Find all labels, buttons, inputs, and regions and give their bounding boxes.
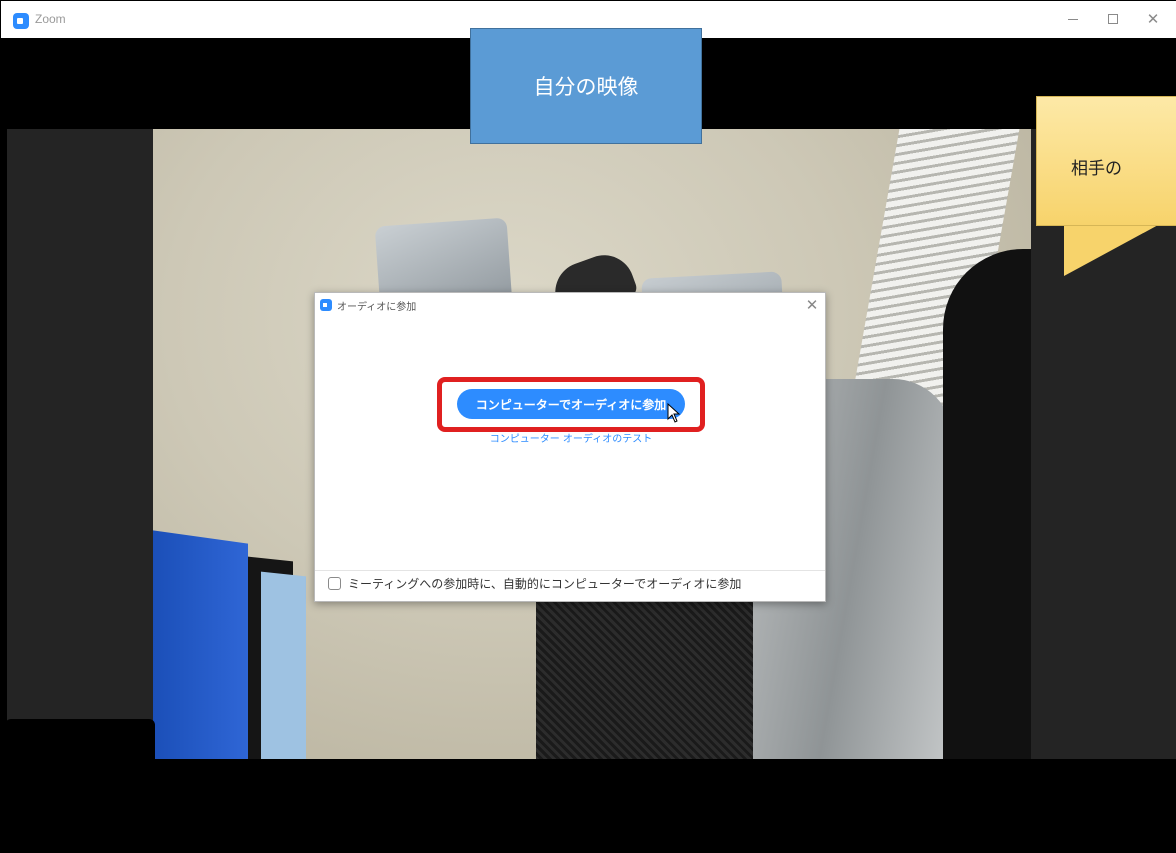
window-title: Zoom (35, 12, 66, 26)
zoom-logo-icon (320, 299, 332, 311)
minimize-icon (1068, 18, 1078, 20)
close-window-button[interactable]: ✕ (1141, 9, 1165, 29)
other-video-callout: 相手の (1036, 96, 1176, 226)
video-light-binder (261, 571, 306, 759)
self-video-callout-text: 自分の映像 (533, 75, 639, 99)
maximize-button[interactable] (1101, 9, 1125, 29)
auto-join-audio-label[interactable]: ミーティングへの参加時に、自動的にコンピューターでオーディオに参加 (348, 575, 741, 592)
auto-join-audio-checkbox[interactable] (328, 577, 341, 590)
dialog-close-button[interactable]: ✕ (804, 297, 820, 313)
minimize-button[interactable] (1061, 9, 1085, 29)
test-computer-audio-link[interactable]: コンピューター オーディオのテスト (315, 430, 827, 445)
self-video-callout: 自分の映像 (470, 28, 702, 144)
dialog-title: オーディオに参加 (337, 302, 417, 313)
mouse-pointer-icon (667, 403, 681, 423)
video-blue-binder (153, 530, 248, 759)
dialog-divider (315, 570, 825, 571)
video-person-silhouette (943, 249, 1031, 759)
video-gallery-left-strip (7, 129, 153, 759)
join-audio-dialog: オーディオに参加 ✕ コンピューターでオーディオに参加 コンピューター オーディ… (314, 292, 826, 602)
other-video-callout-tail (1064, 224, 1160, 276)
maximize-icon (1108, 14, 1118, 24)
name-label-overlay (5, 719, 155, 769)
other-video-callout-text: 相手の (1071, 159, 1122, 179)
join-computer-audio-button[interactable]: コンピューターでオーディオに参加 (457, 389, 685, 419)
zoom-logo-icon (13, 13, 29, 29)
